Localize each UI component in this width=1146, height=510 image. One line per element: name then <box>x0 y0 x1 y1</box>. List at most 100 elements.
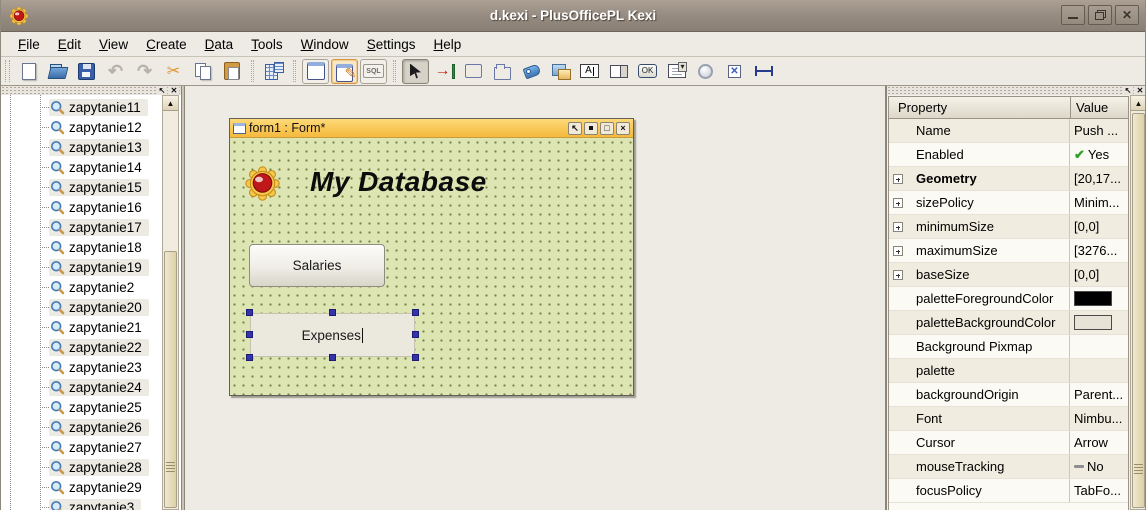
sidebar-item[interactable]: zapytanie24 <box>1 377 162 397</box>
resize-handle[interactable] <box>412 331 419 338</box>
expand-icon[interactable] <box>893 270 903 280</box>
close-button[interactable]: ✕ <box>1115 5 1139 25</box>
menu-item[interactable]: Create <box>137 34 196 55</box>
redo-button[interactable] <box>131 59 158 84</box>
sidebar-item[interactable]: zapytanie17 <box>1 217 162 237</box>
new-document-button[interactable] <box>15 59 42 84</box>
property-row[interactable]: Name ✔ Push ... <box>889 119 1128 143</box>
property-value-cell[interactable]: ✔ Push ... <box>1069 119 1128 142</box>
push-button-button[interactable]: OK <box>634 59 661 84</box>
property-value-cell[interactable]: ✔ [0,0] <box>1069 263 1128 286</box>
property-value-cell[interactable]: ✔ <box>1069 335 1128 358</box>
scrollbar-thumb[interactable] <box>1132 113 1145 508</box>
sidebar-item[interactable]: zapytanie3 <box>1 497 162 510</box>
tab-widget-button[interactable] <box>489 59 516 84</box>
sidebar-item[interactable]: zapytanie12 <box>1 117 162 137</box>
line-button[interactable] <box>750 59 777 84</box>
restore-button[interactable] <box>1088 5 1112 25</box>
data-view-button[interactable] <box>302 59 329 84</box>
salaries-button[interactable]: Salaries <box>249 244 385 287</box>
resize-handle[interactable] <box>412 309 419 316</box>
check-box-button[interactable] <box>721 59 748 84</box>
property-row[interactable]: paletteForegroundColor ✔ <box>889 287 1128 311</box>
sidebar-item[interactable]: zapytanie20 <box>1 297 162 317</box>
assign-action-button[interactable] <box>431 59 458 84</box>
combo-box-button[interactable] <box>663 59 690 84</box>
paste-button[interactable] <box>218 59 245 84</box>
expenses-button[interactable]: Expenses <box>250 313 415 357</box>
menu-item[interactable]: File <box>9 34 49 55</box>
dock-header[interactable]: ↖ ✕ <box>1 86 181 95</box>
pointer-button[interactable] <box>402 59 429 84</box>
property-value-cell[interactable]: ✔ <box>1069 287 1128 310</box>
property-value-cell[interactable]: ✔ Yes <box>1069 143 1128 166</box>
cut-button[interactable] <box>160 59 187 84</box>
property-row[interactable]: baseSize ✔ [0,0] <box>889 263 1128 287</box>
label-button[interactable] <box>518 59 545 84</box>
sql-view-button[interactable]: SQL <box>360 59 387 84</box>
kexi-logo-icon[interactable] <box>244 165 281 202</box>
form-window-titlebar[interactable]: form1 : Form* ↖ □ × <box>230 119 633 138</box>
line-edit-button[interactable]: A <box>576 59 603 84</box>
property-row[interactable]: focusPolicy ✔ TabFo... <box>889 479 1128 503</box>
undock-button[interactable]: ↖ <box>568 122 582 135</box>
close-button[interactable]: × <box>616 122 630 135</box>
property-row[interactable]: minimumSize ✔ [0,0] <box>889 215 1128 239</box>
menu-item[interactable]: Edit <box>49 34 90 55</box>
property-row[interactable]: paletteBackgroundColor ✔ <box>889 311 1128 335</box>
property-value-cell[interactable]: ✔ Parent... <box>1069 383 1128 406</box>
sidebar-item[interactable]: zapytanie23 <box>1 357 162 377</box>
resize-handle[interactable] <box>246 331 253 338</box>
frame-button[interactable] <box>460 59 487 84</box>
expand-icon[interactable] <box>893 246 903 256</box>
resize-handle[interactable] <box>412 354 419 361</box>
sidebar-item[interactable]: zapytanie21 <box>1 317 162 337</box>
selected-widget[interactable]: Expenses <box>250 313 415 357</box>
maximize-button[interactable]: □ <box>600 122 614 135</box>
property-row[interactable]: backgroundOrigin ✔ Parent... <box>889 383 1128 407</box>
property-row[interactable]: palette ✔ <box>889 359 1128 383</box>
property-value-cell[interactable]: ✔ [20,17... <box>1069 167 1128 190</box>
property-scrollbar[interactable]: ▲ <box>1130 95 1146 510</box>
sidebar-item[interactable]: zapytanie11 <box>1 97 162 117</box>
undock-icon[interactable]: ↖ <box>1123 86 1133 95</box>
design-view-button[interactable] <box>331 59 358 84</box>
minimize-button[interactable] <box>584 122 598 135</box>
menu-item[interactable]: View <box>90 34 137 55</box>
menu-item[interactable]: Settings <box>358 34 425 55</box>
radio-button-button[interactable] <box>692 59 719 84</box>
property-row[interactable]: Font ✔ Nimbu... <box>889 407 1128 431</box>
close-icon[interactable]: ✕ <box>169 86 179 95</box>
resize-handle[interactable] <box>246 309 253 316</box>
sidebar-item[interactable]: zapytanie27 <box>1 437 162 457</box>
property-value-cell[interactable]: ✔ TabFo... <box>1069 479 1128 502</box>
sidebar-item[interactable]: zapytanie28 <box>1 457 162 477</box>
property-row[interactable]: Cursor ✔ Arrow <box>889 431 1128 455</box>
scroll-up-icon[interactable]: ▲ <box>163 96 178 111</box>
resize-handle[interactable] <box>329 354 336 361</box>
expand-icon[interactable] <box>893 174 903 184</box>
expand-icon[interactable] <box>893 198 903 208</box>
property-row[interactable]: Geometry ✔ [20,17... <box>889 167 1128 191</box>
sidebar-item[interactable]: zapytanie26 <box>1 417 162 437</box>
resize-handle[interactable] <box>329 309 336 316</box>
sidebar-item[interactable]: zapytanie15 <box>1 177 162 197</box>
sidebar-item[interactable]: zapytanie18 <box>1 237 162 257</box>
property-value-cell[interactable]: ✔ Arrow <box>1069 431 1128 454</box>
property-row[interactable]: Background Pixmap ✔ <box>889 335 1128 359</box>
sidebar-item[interactable]: zapytanie2 <box>1 277 162 297</box>
property-value-cell[interactable]: ✔ <box>1069 311 1128 334</box>
sidebar-item[interactable]: zapytanie14 <box>1 157 162 177</box>
sidebar-item[interactable]: zapytanie16 <box>1 197 162 217</box>
sidebar-item[interactable]: zapytanie29 <box>1 477 162 497</box>
save-button[interactable] <box>73 59 100 84</box>
resize-handle[interactable] <box>246 354 253 361</box>
sidebar-item[interactable]: zapytanie19 <box>1 257 162 277</box>
spin-box-button[interactable] <box>605 59 632 84</box>
scroll-up-icon[interactable]: ▲ <box>1131 96 1146 111</box>
property-value-cell[interactable]: ✔ Minim... <box>1069 191 1128 214</box>
toolbar-drag-handle[interactable] <box>5 60 10 82</box>
property-column-header[interactable]: Property <box>889 100 1070 115</box>
sidebar-scrollbar[interactable]: ▲ <box>162 95 179 510</box>
menu-item[interactable]: Tools <box>242 34 292 55</box>
